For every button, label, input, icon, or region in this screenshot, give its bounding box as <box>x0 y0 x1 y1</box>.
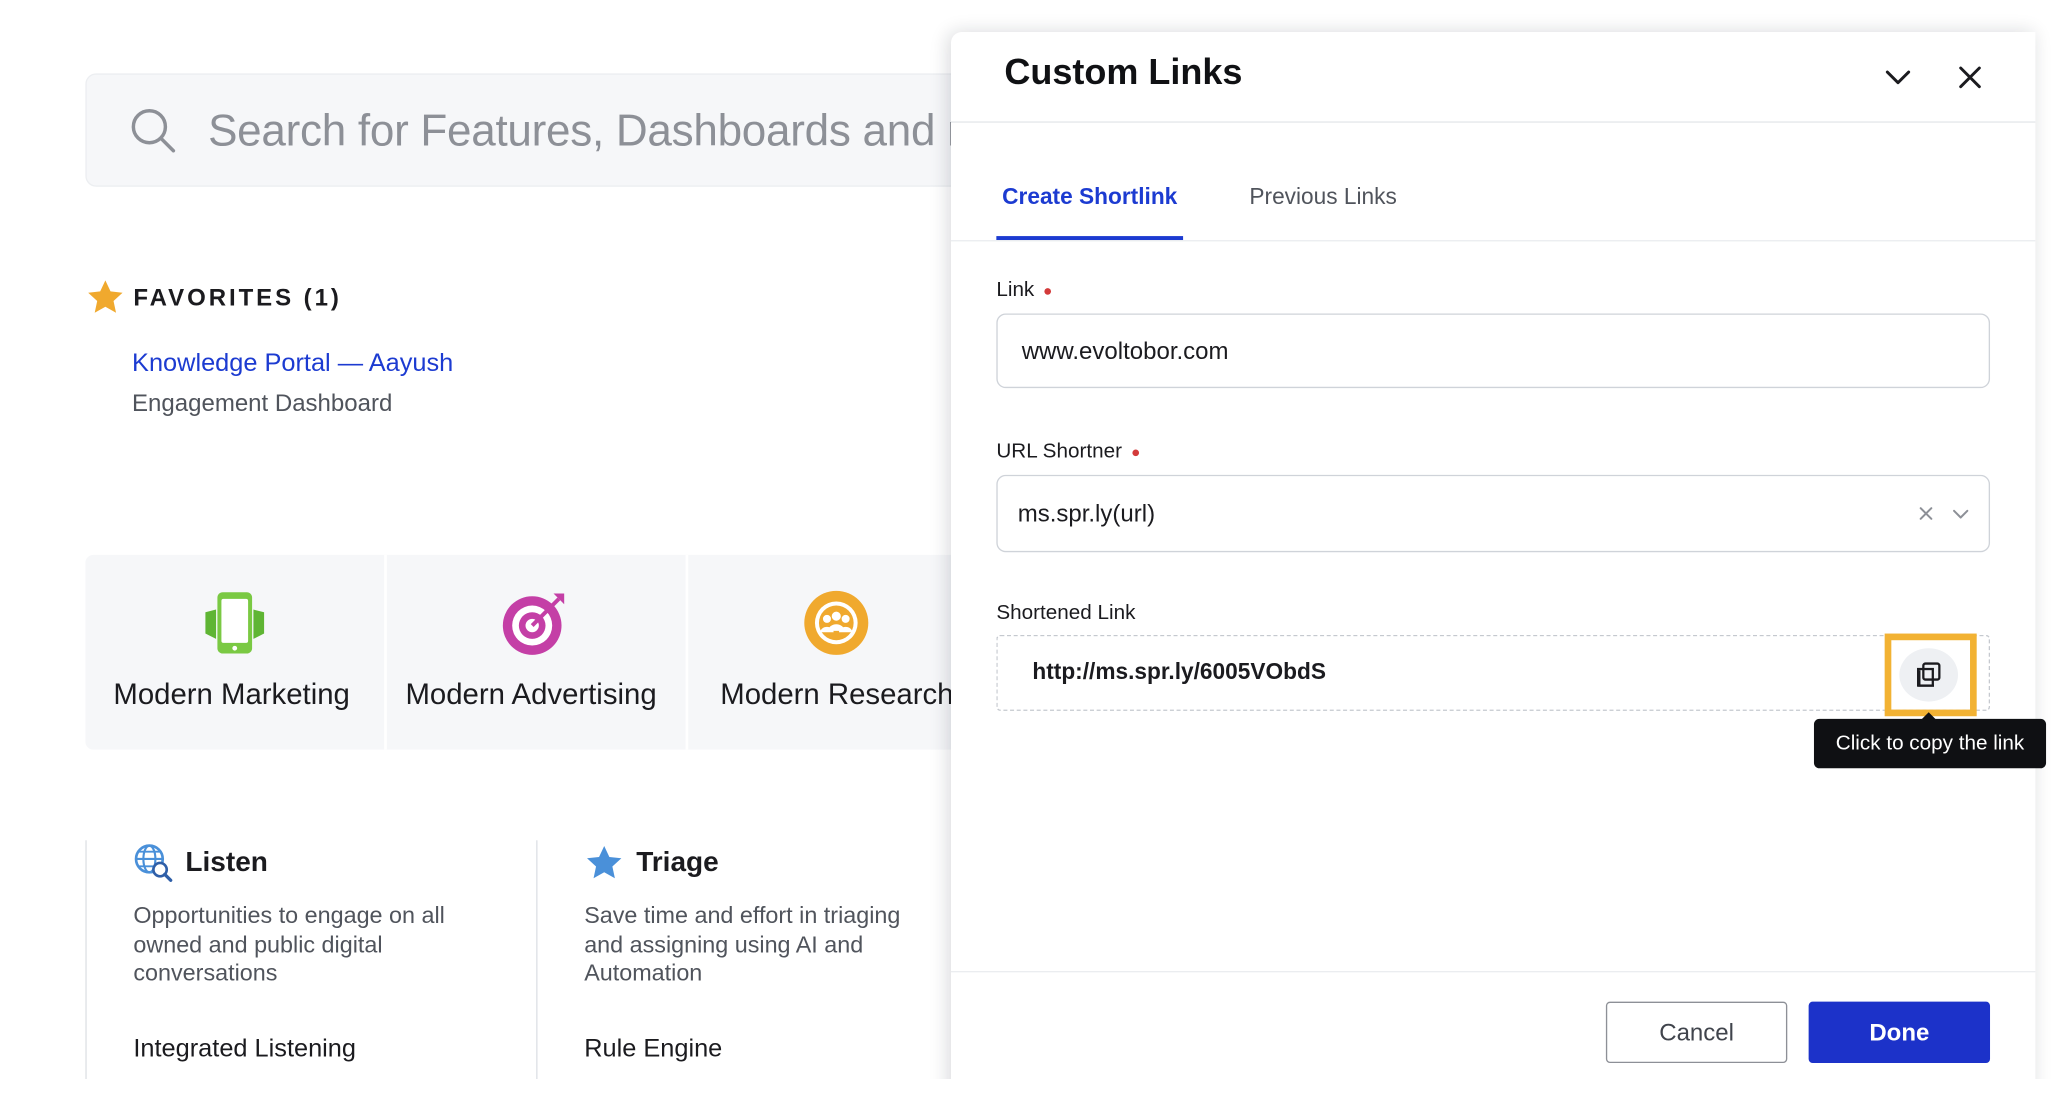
card-listen-header[interactable]: Listen <box>133 843 268 883</box>
card-item-link[interactable]: Rule Engine <box>584 1035 722 1064</box>
footer-divider <box>950 971 2036 973</box>
card-title: Triage <box>636 846 719 878</box>
search-icon <box>131 108 176 153</box>
chevron-down-icon <box>1885 70 1911 85</box>
custom-links-drawer: Custom Links Create Shortlink Previous L… <box>950 32 2047 1080</box>
url-shortener-value: ms.spr.ly(url) <box>1017 499 1156 527</box>
shortened-link-label: Shortened Link <box>996 602 1135 626</box>
favorites-header: FAVORITES (1) <box>85 277 341 317</box>
card-description: Opportunities to engage on all owned and… <box>133 901 445 986</box>
search-placeholder: Search for Features, Dashboards and m <box>208 105 984 155</box>
cancel-button[interactable]: Cancel <box>1605 1001 1788 1064</box>
link-input[interactable]: www.evoltobor.com <box>996 313 1991 389</box>
card-divider <box>536 840 538 1080</box>
tab-create-shortlink[interactable]: Create Shortlink <box>996 153 1183 240</box>
link-label: Link <box>996 278 1052 303</box>
copy-button-highlight <box>1884 633 1977 717</box>
shortened-link-label-text: Shortened Link <box>996 601 1136 625</box>
url-shortener-label-text: URL Shortner <box>996 440 1122 463</box>
copy-tooltip: Click to copy the link <box>1813 718 2047 769</box>
star-icon <box>587 845 622 879</box>
chevron-down-icon[interactable] <box>1950 503 1971 524</box>
card-divider <box>85 840 87 1080</box>
favorite-link[interactable]: Knowledge Portal — Aayush <box>132 349 453 378</box>
product-tiles: Modern Marketing Modern Advertising Mode… <box>85 554 1006 750</box>
card-item-link[interactable]: Integrated Listening <box>133 1035 356 1064</box>
done-button[interactable]: Done <box>1808 1001 1991 1064</box>
tile-label: Modern Advertising <box>405 677 657 711</box>
tile-label: Modern Research <box>720 677 954 711</box>
drawer-title: Custom Links <box>1004 52 1243 93</box>
card-triage-header[interactable]: Triage <box>584 843 719 883</box>
url-shortener-label: URL Shortner <box>996 440 1140 464</box>
star-icon <box>88 280 123 313</box>
close-button[interactable] <box>1950 57 1990 97</box>
header-divider <box>950 121 2036 123</box>
phone-icon <box>205 592 265 654</box>
tile-modern-advertising[interactable]: Modern Advertising <box>387 555 686 750</box>
required-indicator <box>1132 448 1140 456</box>
search-bar[interactable]: Search for Features, Dashboards and m <box>85 73 1020 187</box>
required-indicator <box>1044 287 1052 295</box>
card-description: Save time and effort in triaging and ass… <box>584 901 901 986</box>
tab-previous-links[interactable]: Previous Links <box>1234 153 1413 240</box>
collapse-button[interactable] <box>1878 57 1918 97</box>
screen: Search for Features, Dashboards and m FA… <box>0 0 2058 1080</box>
globe-search-icon <box>134 844 173 882</box>
clear-icon[interactable] <box>1915 503 1936 524</box>
card-title: Listen <box>185 846 268 878</box>
link-label-text: Link <box>996 278 1035 302</box>
shortened-link-field: http://ms.spr.ly/6005VObdS <box>996 634 1991 711</box>
target-icon <box>502 593 565 655</box>
shortened-link-value: http://ms.spr.ly/6005VObdS <box>1032 658 1326 685</box>
tile-modern-marketing[interactable]: Modern Marketing <box>85 555 384 750</box>
favorite-subtitle: Engagement Dashboard <box>132 389 393 417</box>
tabs-divider <box>950 240 2036 242</box>
url-shortener-select[interactable]: ms.spr.ly(url) <box>996 474 1991 553</box>
tile-label: Modern Marketing <box>113 677 350 711</box>
research-group-icon <box>804 590 869 655</box>
favorites-title: FAVORITES (1) <box>133 283 342 311</box>
close-icon <box>1959 66 1981 89</box>
